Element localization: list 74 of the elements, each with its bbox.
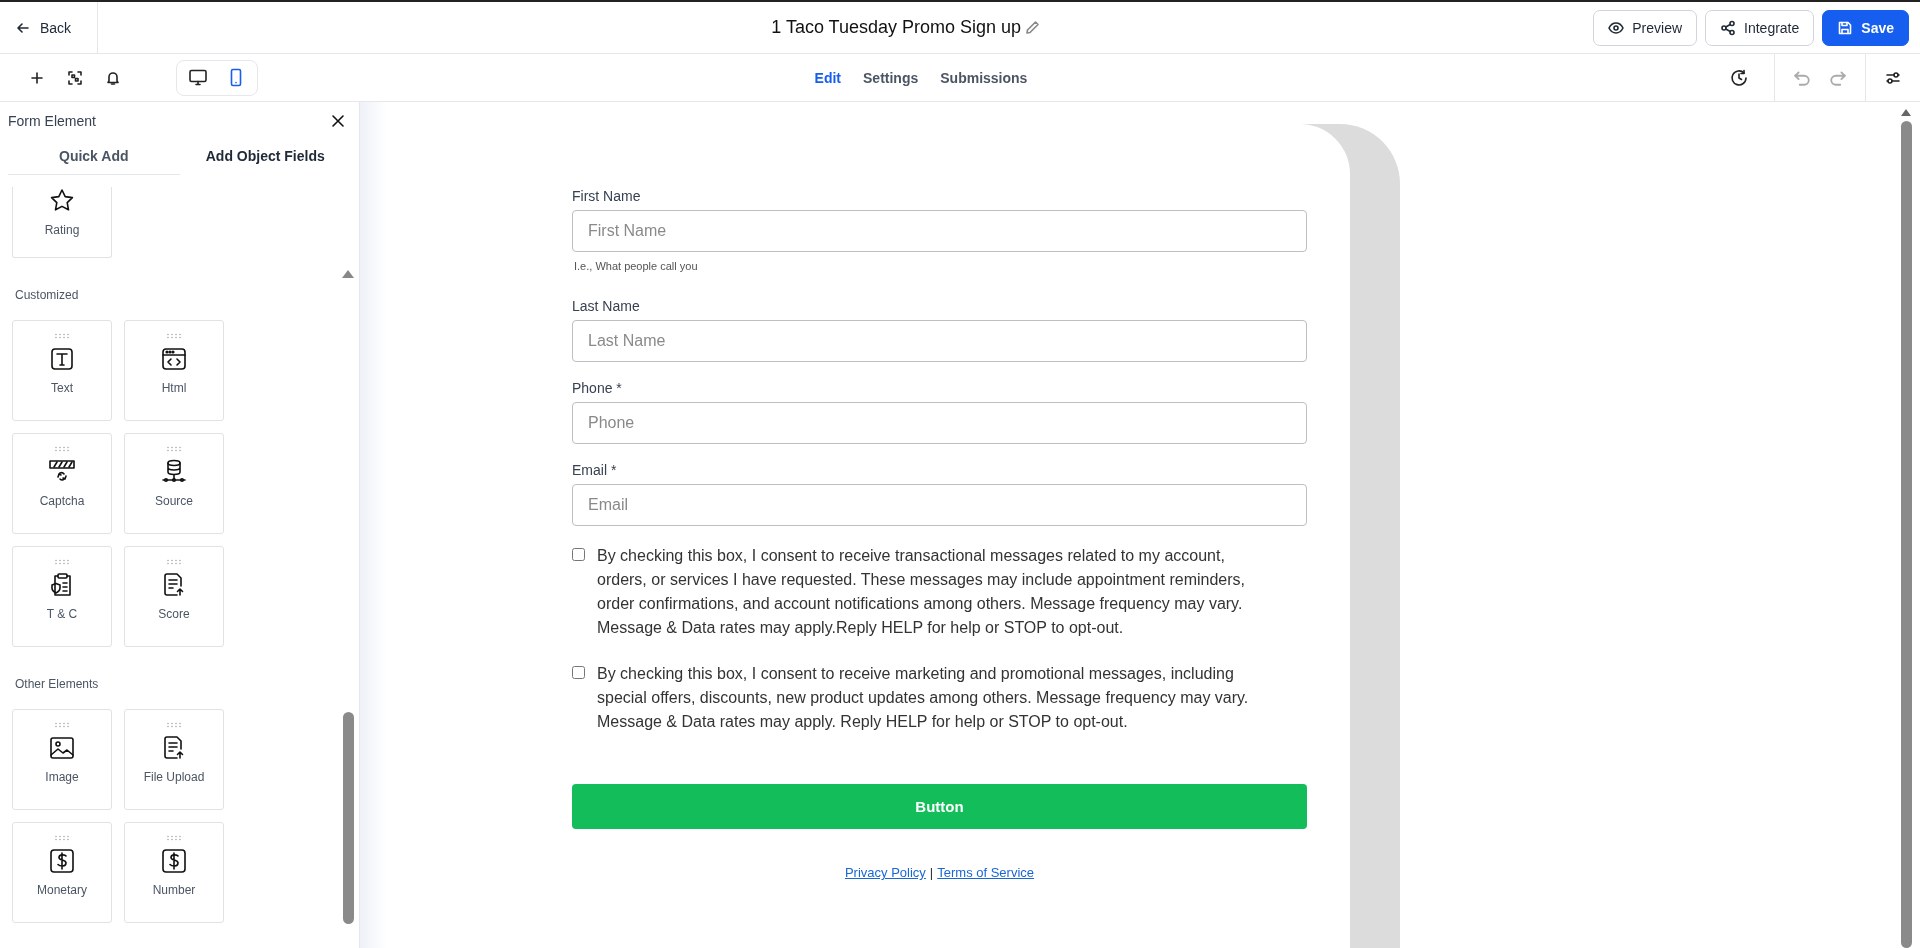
share-icon [1720,19,1737,36]
link[interactable]: Terms of Service [937,865,1035,880]
close-button[interactable] [329,112,347,130]
eye-icon [1608,19,1625,36]
element-tile[interactable]: Rating [12,187,112,258]
drag-handle-icon [54,722,70,728]
save-icon [1837,19,1854,36]
preview-button[interactable]: Preview [1593,9,1698,46]
sliders-icon [1885,69,1901,86]
scroll-up-icon [1900,108,1912,117]
element-tile[interactable]: T & C [12,546,112,647]
back-button[interactable]: Back [16,15,72,40]
panel-title: Form Element [8,113,96,129]
redo-icon [1829,68,1847,87]
dollar-icon [48,847,76,875]
field-label: First Name [572,188,642,204]
drag-handle-icon [166,446,182,452]
bell-icon [105,69,121,86]
drag-handle-icon [54,446,70,452]
checkbox[interactable] [572,548,585,561]
tab[interactable]: Submissions [934,63,1034,92]
element-tile[interactable]: Html [124,320,224,421]
close-icon [331,114,345,128]
dollar-icon [160,847,188,875]
history-icon [1730,68,1748,87]
code-window-icon [160,345,188,373]
tab[interactable]: Quick Add [8,136,180,175]
arrow-left-icon [16,20,30,35]
image-icon [48,734,76,762]
scrollbar-thumb[interactable] [342,712,354,924]
element-tile[interactable]: Image [12,709,112,810]
consent-text: By checking this box, I consent to receive marketing and promotional messages, including special offers, discounts, new product updates among others. Message frequency may vary. Message & Data rates may apply. Reply HELP for help or STOP to opt-out. [597,664,1250,732]
section-heading: Customized [14,287,80,304]
tab[interactable]: Settings [857,63,925,92]
separator-text: | [929,865,934,880]
drag-handle-icon [54,835,70,841]
drag-handle-icon [166,333,182,339]
drag-handle-icon [54,333,70,339]
add-icon [29,69,45,86]
drag-handle-icon [166,835,182,841]
input-field[interactable]: Email [572,484,1307,526]
section-heading: Other Elements [14,676,100,693]
field-hint: I.e., What people call you [573,260,699,272]
pencil-icon [1025,20,1041,35]
tab[interactable]: Edit [808,63,848,92]
form-title: 1 Taco Tuesday Promo Sign up [771,17,1022,38]
monitor-icon [188,68,208,87]
drag-handle-icon [166,722,182,728]
element-tile[interactable]: Captcha [12,433,112,534]
field-label: Last Name [572,298,641,314]
drag-handle-icon [166,559,182,565]
scan-icon [67,69,83,86]
save-button[interactable]: Save [1822,9,1909,46]
field-label: Phone * [572,380,623,396]
text-icon [48,345,76,373]
element-tile[interactable]: File Upload [124,709,224,810]
element-tile[interactable]: Text [12,320,112,421]
integrate-button[interactable]: Integrate [1705,9,1815,46]
consent-text: By checking this box, I consent to receive transactional messages related to my account, orders, or services I have requested. These messages may include appointment reminders, order confirmations, and account notifications among others. Message frequency may vary. Message & Data rates may apply.Reply HELP for help or STOP to opt-out. [597,546,1247,638]
undo-icon [1793,68,1811,87]
element-tile[interactable]: Number [124,822,224,923]
tab[interactable]: Add Object Fields [179,136,351,175]
input-field[interactable]: First Name [572,210,1307,252]
element-tile[interactable]: Source [124,433,224,534]
element-tile[interactable]: Monetary [12,822,112,923]
input-field[interactable]: Phone [572,402,1307,444]
link[interactable]: Privacy Policy [844,865,926,880]
field-label: Email * [572,462,618,478]
scroll-up-icon [341,269,355,279]
element-tile[interactable]: Score [124,546,224,647]
checkbox[interactable] [572,666,585,679]
scrollbar-thumb[interactable] [1900,121,1912,948]
drag-handle-icon [54,559,70,565]
input-field[interactable]: Last Name [572,320,1307,362]
